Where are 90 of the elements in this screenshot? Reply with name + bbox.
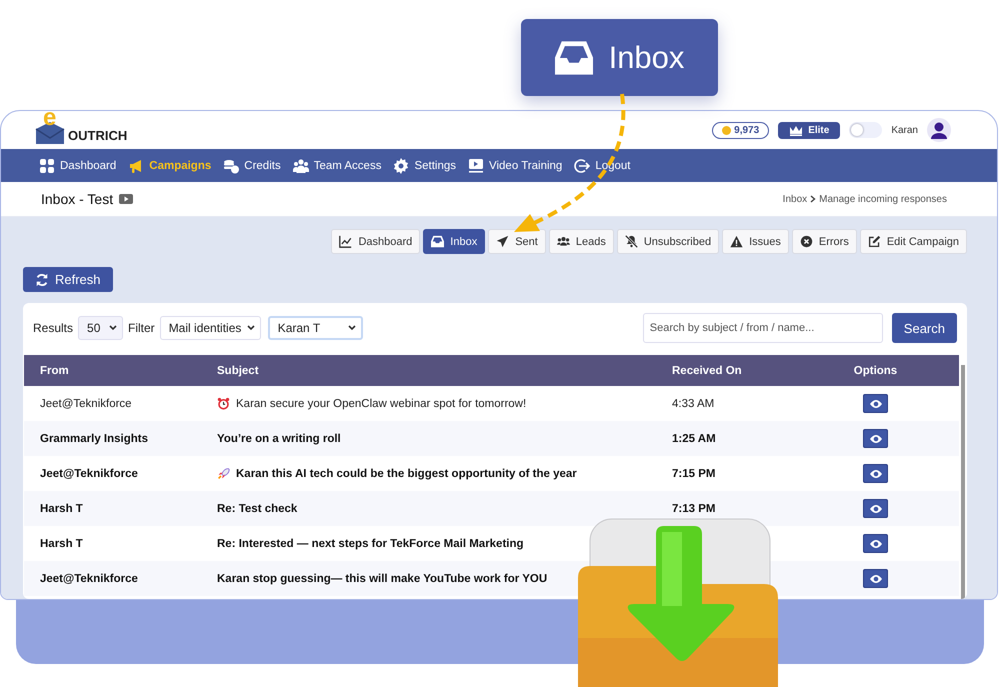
avatar-icon xyxy=(927,118,951,142)
column-header: Subject xyxy=(217,364,260,376)
tab[interactable]: Issues xyxy=(722,229,789,254)
table-cell: 1:25 AM xyxy=(672,432,716,444)
table-cell-text: Jeet@Teknikforce xyxy=(39,398,133,410)
line-chart-icon xyxy=(339,235,352,248)
table-cell: Karan secure your OpenClaw webinar spot for tomorrow! xyxy=(236,398,526,410)
table-cell: 7:13 PM xyxy=(672,502,716,514)
tab[interactable]: Edit Campaign xyxy=(860,229,967,254)
dropdown[interactable]: Mail identities xyxy=(160,316,261,340)
error-icon xyxy=(800,235,813,248)
nav-link[interactable]: Video Training xyxy=(468,158,562,174)
view-button[interactable] xyxy=(863,429,888,448)
logout-icon xyxy=(574,158,590,174)
logo-text: OUTRICH xyxy=(68,128,128,145)
eye-icon xyxy=(868,468,882,478)
eye-icon xyxy=(868,398,882,408)
tab[interactable]: Unsubscribed xyxy=(616,229,720,254)
dropdown[interactable]: 50 xyxy=(78,316,124,340)
field-label: Filter xyxy=(128,321,155,335)
page-title: Inbox - Test xyxy=(41,191,114,207)
video-icon xyxy=(119,194,134,204)
coins-icon xyxy=(223,158,240,174)
search-field[interactable]: Search by subject / from / name... xyxy=(642,313,883,343)
view-button[interactable] xyxy=(863,499,888,518)
view-button[interactable] xyxy=(863,464,888,483)
chevron-down-icon xyxy=(246,325,255,331)
muted-bell-icon xyxy=(624,235,638,248)
eye-icon xyxy=(868,504,882,514)
table-cell: Re: Test check xyxy=(217,502,298,514)
table-cell: 7:15 PM xyxy=(672,468,716,480)
inbox-tray-icon xyxy=(431,235,444,248)
eye-icon xyxy=(868,434,882,444)
tab[interactable]: Inbox xyxy=(423,229,486,254)
theme-toggle[interactable] xyxy=(849,122,882,138)
table-cell: Re: Interested — next steps for TekForce Mail Marketing xyxy=(217,538,524,550)
grid-icon xyxy=(39,158,55,174)
breadcrumb-text: Manage incoming responses xyxy=(819,194,947,204)
view-button[interactable] xyxy=(863,394,888,413)
warning-icon xyxy=(730,235,744,248)
table-cell-text: Harsh T xyxy=(39,502,84,514)
view-button[interactable] xyxy=(863,534,888,553)
table-cell: You’re on a writing roll xyxy=(217,432,341,444)
tab[interactable]: Leads xyxy=(548,229,614,254)
chevron-down-icon xyxy=(348,325,356,331)
coin-icon xyxy=(722,126,732,134)
video-screen-icon xyxy=(468,158,484,174)
table-cell-text: Grammarly Insights xyxy=(39,432,150,444)
table-cell: 4:33 AM xyxy=(672,398,714,410)
search-button[interactable]: Search xyxy=(892,313,957,343)
tab[interactable]: Dashboard xyxy=(331,229,420,254)
breadcrumb-link[interactable]: Inbox xyxy=(782,194,808,204)
field-label: Results xyxy=(33,321,74,335)
chevron-down-icon xyxy=(109,325,118,331)
settings-icon xyxy=(393,158,410,174)
rocket-icon xyxy=(217,467,230,480)
nav-link[interactable]: Credits xyxy=(223,158,281,174)
dropdown[interactable]: Karan T xyxy=(268,316,363,340)
edit-icon xyxy=(868,235,881,248)
column-header: From xyxy=(39,364,70,376)
crown-icon xyxy=(789,124,804,136)
team-icon xyxy=(292,158,309,174)
plan-button[interactable]: Elite xyxy=(778,122,840,138)
nav-link[interactable]: Team Access xyxy=(292,158,382,174)
nav-link[interactable]: Settings xyxy=(393,158,456,174)
view-button[interactable] xyxy=(863,569,888,588)
table-cell: Karan this AI tech could be the biggest opportunity of the year xyxy=(236,468,577,480)
paper-plane-icon xyxy=(496,235,510,248)
nav-link[interactable]: Logout xyxy=(574,158,631,174)
table-cell-text: Jeet@Teknikforce xyxy=(39,468,139,480)
eye-icon xyxy=(868,574,882,584)
refresh-button[interactable]: Refresh xyxy=(23,267,113,292)
alarm-clock-icon xyxy=(217,397,230,410)
tab[interactable]: Errors xyxy=(792,229,857,254)
credits-badge: 9,973 xyxy=(712,122,770,138)
refresh-icon xyxy=(35,272,49,286)
eye-icon xyxy=(868,538,882,548)
nav-link[interactable]: Campaigns xyxy=(128,158,212,174)
column-header: Options xyxy=(852,364,898,376)
nav-link[interactable]: Dashboard xyxy=(39,158,116,174)
column-header: Received On xyxy=(672,364,743,376)
table-cell: Karan stop guessing— this will make YouTube work for YOU xyxy=(217,572,548,584)
table-cell-text: Harsh T xyxy=(39,538,84,550)
users-icon xyxy=(556,235,570,248)
table-cell-text: Jeet@Teknikforce xyxy=(39,572,139,584)
callout-badge: Inbox xyxy=(521,19,718,96)
user-name: Karan xyxy=(891,124,918,136)
inbox-tray-icon xyxy=(554,38,593,76)
tab[interactable]: Sent xyxy=(488,229,546,254)
chevron-icon xyxy=(810,195,816,203)
